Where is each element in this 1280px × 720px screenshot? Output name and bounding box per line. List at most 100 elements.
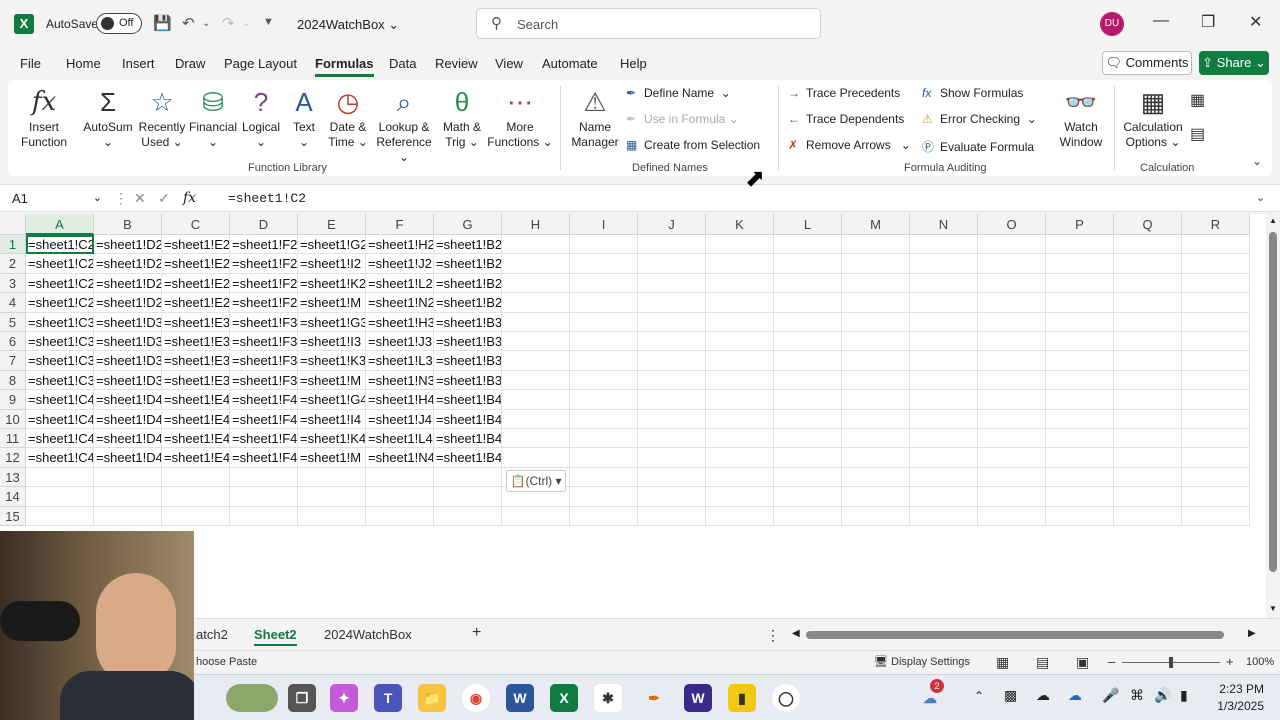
trace-dependents-button[interactable]: ← Trace Dependents — [788, 112, 904, 126]
row-header[interactable]: 14 — [0, 487, 26, 507]
table-cell[interactable]: =sheet1!J4 — [366, 409, 434, 429]
math-trig-button[interactable]: θ Math & Trig ⌄ — [438, 84, 486, 150]
row-header[interactable]: 5 — [0, 312, 26, 332]
table-cell[interactable] — [1046, 487, 1114, 507]
redo-dropdown-icon[interactable]: ⌄ — [242, 18, 250, 29]
table-cell[interactable]: =sheet1!E2 — [162, 273, 230, 294]
column-header[interactable]: F — [366, 214, 434, 235]
table-cell[interactable] — [706, 351, 774, 371]
table-cell[interactable] — [638, 332, 706, 352]
table-cell[interactable] — [978, 409, 1046, 429]
table-cell[interactable]: =sheet1!F2 — [230, 293, 298, 313]
column-header[interactable]: E — [298, 214, 366, 235]
table-cell[interactable] — [910, 506, 978, 526]
table-cell[interactable] — [1114, 487, 1182, 507]
table-cell[interactable] — [1182, 487, 1250, 507]
column-header[interactable]: R — [1182, 214, 1250, 235]
more-functions-button[interactable]: ⋯ More Functions ⌄ — [486, 84, 554, 150]
table-cell[interactable]: =sheet1!M — [298, 293, 366, 313]
table-cell[interactable]: =sheet1!B4 — [434, 390, 502, 410]
table-cell[interactable] — [910, 429, 978, 449]
table-cell[interactable]: =sheet1!E3 — [162, 351, 230, 371]
table-cell[interactable]: =sheet1!L2 — [366, 273, 434, 294]
table-cell[interactable]: =sheet1!E3 — [162, 370, 230, 391]
restore-icon[interactable]: ❐ — [1201, 12, 1215, 32]
error-checking-button[interactable]: ⚠ Error Checking ⌄ — [922, 112, 1037, 126]
table-cell[interactable]: =sheet1!D4 — [94, 429, 162, 449]
table-cell[interactable] — [1182, 293, 1250, 313]
table-cell[interactable]: =sheet1!M — [298, 448, 366, 468]
table-cell[interactable] — [434, 487, 502, 507]
table-cell[interactable] — [978, 448, 1046, 468]
table-cell[interactable] — [1114, 273, 1182, 294]
menu-insert[interactable]: Insert — [122, 56, 155, 71]
table-cell[interactable] — [638, 429, 706, 449]
table-cell[interactable] — [774, 370, 842, 391]
vertical-scrollbar[interactable]: ▲ ▼ — [1266, 214, 1280, 618]
table-cell[interactable] — [978, 506, 1046, 526]
table-cell[interactable] — [366, 467, 434, 488]
expand-formula-bar-icon[interactable]: ⌄ — [1256, 191, 1265, 204]
table-cell[interactable] — [638, 448, 706, 468]
table-cell[interactable] — [570, 506, 638, 526]
table-cell[interactable]: =sheet1!C4 — [26, 429, 94, 449]
table-cell[interactable] — [1182, 312, 1250, 332]
menu-help[interactable]: Help — [620, 56, 647, 71]
zoom-level[interactable]: 100% — [1246, 656, 1274, 668]
row-header[interactable]: 3 — [0, 273, 26, 294]
tab-2024watchbox[interactable]: 2024WatchBox — [324, 627, 412, 642]
table-cell[interactable] — [1114, 506, 1182, 526]
table-cell[interactable] — [706, 273, 774, 294]
table-cell[interactable] — [570, 429, 638, 449]
table-cell[interactable] — [366, 487, 434, 507]
column-header[interactable]: G — [434, 214, 502, 235]
table-cell[interactable] — [1114, 429, 1182, 449]
copilot-icon[interactable]: ✦ — [330, 684, 358, 712]
tray-chevron-icon[interactable]: ⌃ — [974, 689, 984, 703]
insert-function-button[interactable]: fx Insert Function — [14, 84, 74, 150]
table-cell[interactable] — [774, 273, 842, 294]
word-icon[interactable]: W — [506, 684, 534, 712]
zoom-slider-thumb[interactable] — [1169, 657, 1173, 668]
table-cell[interactable] — [978, 332, 1046, 352]
table-cell[interactable] — [94, 467, 162, 488]
table-cell[interactable] — [570, 351, 638, 371]
table-cell[interactable] — [842, 467, 910, 488]
table-cell[interactable] — [706, 370, 774, 391]
autosave-toggle[interactable]: Off — [96, 13, 142, 34]
table-cell[interactable] — [1046, 273, 1114, 294]
table-cell[interactable]: =sheet1!N2 — [366, 293, 434, 313]
table-cell[interactable]: =sheet1!C3 — [26, 351, 94, 371]
column-header[interactable]: H — [502, 214, 570, 235]
evaluate-formula-button[interactable]: Ⓟ Evaluate Formula — [922, 138, 1034, 155]
table-cell[interactable]: =sheet1!E2 — [162, 293, 230, 313]
table-cell[interactable] — [1114, 448, 1182, 468]
table-cell[interactable] — [638, 409, 706, 429]
network-app-icon[interactable]: ✱ — [594, 684, 622, 712]
table-cell[interactable] — [842, 409, 910, 429]
table-cell[interactable] — [1182, 390, 1250, 410]
table-cell[interactable] — [978, 351, 1046, 371]
table-cell[interactable] — [1182, 448, 1250, 468]
menu-home[interactable]: Home — [66, 56, 101, 71]
name-manager-button[interactable]: ⚠ Name Manager — [566, 84, 624, 150]
recorder-icon[interactable]: ◯ — [772, 684, 800, 712]
table-cell[interactable]: =sheet1!B2 — [434, 293, 502, 313]
page-layout-view-icon[interactable]: ▤ — [1036, 654, 1049, 671]
table-cell[interactable] — [910, 254, 978, 274]
column-header[interactable]: O — [978, 214, 1046, 235]
table-cell[interactable]: =sheet1!C3 — [26, 332, 94, 352]
menu-data[interactable]: Data — [389, 56, 416, 71]
scroll-down-icon[interactable]: ▼ — [1269, 604, 1277, 613]
table-cell[interactable] — [1182, 370, 1250, 391]
table-cell[interactable]: =sheet1!F2 — [230, 235, 298, 255]
menu-review[interactable]: Review — [435, 56, 478, 71]
table-cell[interactable] — [638, 254, 706, 274]
row-header[interactable]: 1 — [0, 235, 26, 255]
table-cell[interactable] — [774, 351, 842, 371]
table-cell[interactable] — [94, 487, 162, 507]
table-cell[interactable] — [842, 487, 910, 507]
table-cell[interactable]: =sheet1!G3 — [298, 312, 366, 332]
table-cell[interactable]: =sheet1!D4 — [94, 390, 162, 410]
table-cell[interactable] — [842, 351, 910, 371]
